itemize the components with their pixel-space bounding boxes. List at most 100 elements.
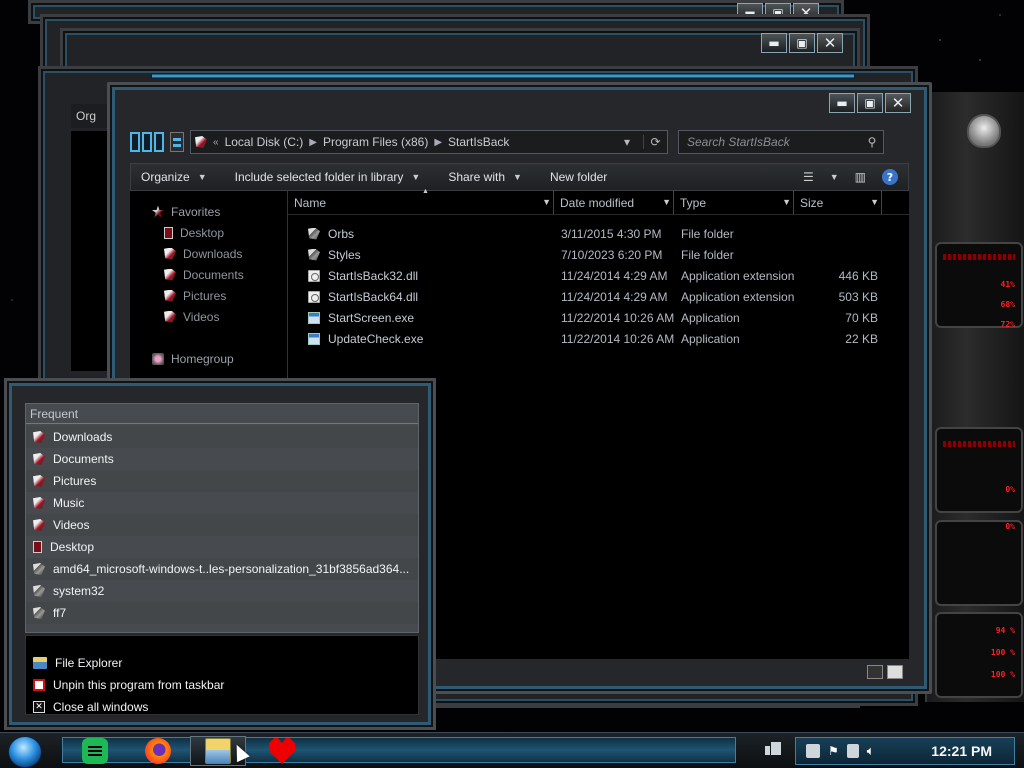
share-with-button[interactable]: Share with ▼ [448, 170, 522, 184]
jump-list-item[interactable]: Videos [26, 514, 418, 536]
pictures-icon [33, 475, 45, 487]
recent-pages-button[interactable] [170, 132, 184, 152]
file-row[interactable]: StartIsBack64.dll 11/24/2014 4:29 AM Appli… [288, 286, 909, 307]
file-type: Application [681, 331, 740, 346]
breadcrumb-segment[interactable]: Program Files (x86) [323, 135, 428, 149]
jump-list-item-label: amd64_microsoft-windows-t..les-personali… [53, 562, 410, 576]
frequent-list: Downloads Documents Pictures Music Videos Des… [26, 426, 418, 624]
file-row[interactable]: UpdateCheck.exe 11/22/2014 10:26 AM Applic… [288, 328, 909, 349]
taskbar: ⚑ 🔈︎ 12:21 PM [0, 732, 1024, 768]
folder-icon [33, 563, 45, 575]
background-nav-pane [71, 131, 111, 371]
search-box[interactable]: ⚲ [678, 130, 884, 154]
new-folder-button[interactable]: New folder [550, 170, 607, 184]
jump-list-item-label: Desktop [50, 540, 95, 554]
network-icon[interactable] [846, 744, 859, 758]
sidebar-item-homegroup[interactable]: Homegroup [130, 348, 287, 369]
volume-icon[interactable]: 🔈︎ [867, 743, 875, 759]
sidebar-item-favorites[interactable]: Favorites [130, 201, 287, 222]
jump-list-item[interactable]: Desktop [26, 536, 418, 558]
show-desktop-icon[interactable] [765, 740, 783, 756]
chevron-down-icon[interactable]: ▼ [662, 197, 671, 207]
jump-list-item[interactable]: ff7 [26, 602, 418, 624]
file-row[interactable]: StartIsBack32.dll 11/24/2014 4:29 AM Appli… [288, 265, 909, 286]
taskbar-clock[interactable]: 12:21 PM [931, 743, 992, 759]
taskbar-button-heart[interactable] [254, 736, 310, 766]
file-name-cell: StartIsBack64.dll [288, 290, 554, 304]
large-icons-view-icon[interactable] [887, 665, 903, 679]
unpin-from-taskbar-task[interactable]: Unpin this program from taskbar [26, 674, 418, 696]
breadcrumb-chevron-icon[interactable]: ▶ [434, 137, 442, 148]
close-button[interactable]: ✕ [817, 33, 843, 53]
gadget-readout: 0% [1005, 522, 1015, 531]
folder-icon [33, 585, 45, 597]
refresh-icon[interactable]: ⟳ [643, 135, 667, 149]
file-size: 22 KB [845, 331, 878, 346]
videos-icon [164, 310, 176, 323]
jump-list-item-label: Music [53, 496, 85, 510]
maximize-button[interactable]: ▣ [789, 33, 815, 53]
search-icon[interactable]: ⚲ [861, 135, 883, 149]
help-icon[interactable]: ? [882, 169, 898, 185]
address-dropdown-icon[interactable]: ▾ [617, 135, 637, 149]
taskbar-button-firefox[interactable] [130, 736, 186, 766]
minimize-button[interactable]: ▬ [761, 33, 787, 53]
details-view-icon[interactable] [867, 665, 883, 679]
column-header-type[interactable]: Type ▼ [674, 191, 794, 214]
minimize-button[interactable]: ▬ [829, 93, 855, 113]
action-center-flag-icon[interactable]: ⚑ [828, 744, 839, 758]
chevron-down-icon[interactable]: ▼ [782, 197, 791, 207]
sidebar-item-desktop[interactable]: Desktop [130, 222, 287, 243]
chevron-down-icon[interactable]: ▼ [870, 197, 879, 207]
title-bar[interactable]: ▬ ▣ ✕ [110, 85, 929, 125]
sidebar-item-pictures[interactable]: Pictures [130, 285, 287, 306]
chevron-down-icon[interactable]: ▼ [830, 172, 839, 182]
close-all-windows-task[interactable]: ✕ Close all windows [26, 696, 418, 718]
jump-list-item[interactable]: Music [26, 492, 418, 514]
preview-pane-icon[interactable]: ▥ [855, 170, 866, 184]
dll-icon [308, 269, 320, 282]
open-file-explorer-task[interactable]: File Explorer [26, 652, 418, 674]
view-options-icon[interactable]: ☰ [803, 170, 814, 184]
column-header-date-modified[interactable]: Date modified ▼ [554, 191, 674, 214]
file-type: File folder [681, 226, 734, 241]
file-row[interactable]: Styles 7/10/2023 6:20 PM File folder [288, 244, 909, 265]
breadcrumb-segment[interactable]: Local Disk (C:) [225, 135, 304, 149]
file-row[interactable]: Orbs 3/11/2015 4:30 PM File folder [288, 223, 909, 244]
tray-app-icon[interactable] [806, 744, 820, 758]
gadget-panel: 0% [935, 427, 1023, 513]
file-type: Application extension [681, 268, 795, 283]
back-forward-buttons[interactable] [130, 132, 164, 152]
jump-list-item-label: system32 [53, 584, 105, 598]
overflow-chevron-icon[interactable]: « [213, 137, 219, 148]
file-name: StartIsBack32.dll [328, 268, 419, 283]
maximize-button[interactable]: ▣ [857, 93, 883, 113]
file-name-cell: Styles [288, 248, 554, 262]
jump-list-item[interactable]: amd64_microsoft-windows-t..les-personali… [26, 558, 418, 580]
column-header-name[interactable]: Name ▼ [288, 191, 554, 214]
sidebar-item-downloads[interactable]: Downloads [130, 243, 287, 264]
chevron-down-icon[interactable]: ▼ [542, 197, 551, 207]
organize-button[interactable]: Organize ▼ [141, 170, 207, 184]
jump-list-item[interactable]: Downloads [26, 426, 418, 448]
breadcrumb-chevron-icon[interactable]: ▶ [309, 137, 317, 148]
column-header-size[interactable]: Size ▼ [794, 191, 882, 214]
close-button[interactable]: ✕ [885, 93, 911, 113]
jump-list-item[interactable]: system32 [26, 580, 418, 602]
address-bar[interactable]: « Local Disk (C:) ▶ Program Files (x86) … [190, 130, 668, 154]
chevron-down-icon: ▼ [411, 172, 421, 182]
search-input[interactable] [679, 135, 861, 149]
sidebar-item-documents[interactable]: Documents [130, 264, 287, 285]
star-icon [152, 205, 164, 218]
videos-icon [33, 519, 45, 531]
jump-list-item[interactable]: Documents [26, 448, 418, 470]
sidebar-item-videos[interactable]: Videos [130, 306, 287, 327]
file-name-cell: StartIsBack32.dll [288, 269, 554, 283]
taskbar-button-spotify[interactable] [67, 736, 123, 766]
file-name-cell: Orbs [288, 227, 554, 241]
jump-list-item[interactable]: Pictures [26, 470, 418, 492]
file-row[interactable]: StartScreen.exe 11/22/2014 10:26 AM Applic… [288, 307, 909, 328]
breadcrumb-segment[interactable]: StartIsBack [448, 135, 509, 149]
include-in-library-button[interactable]: Include selected folder in library ▼ [235, 170, 421, 184]
start-orb-button[interactable] [8, 736, 42, 768]
